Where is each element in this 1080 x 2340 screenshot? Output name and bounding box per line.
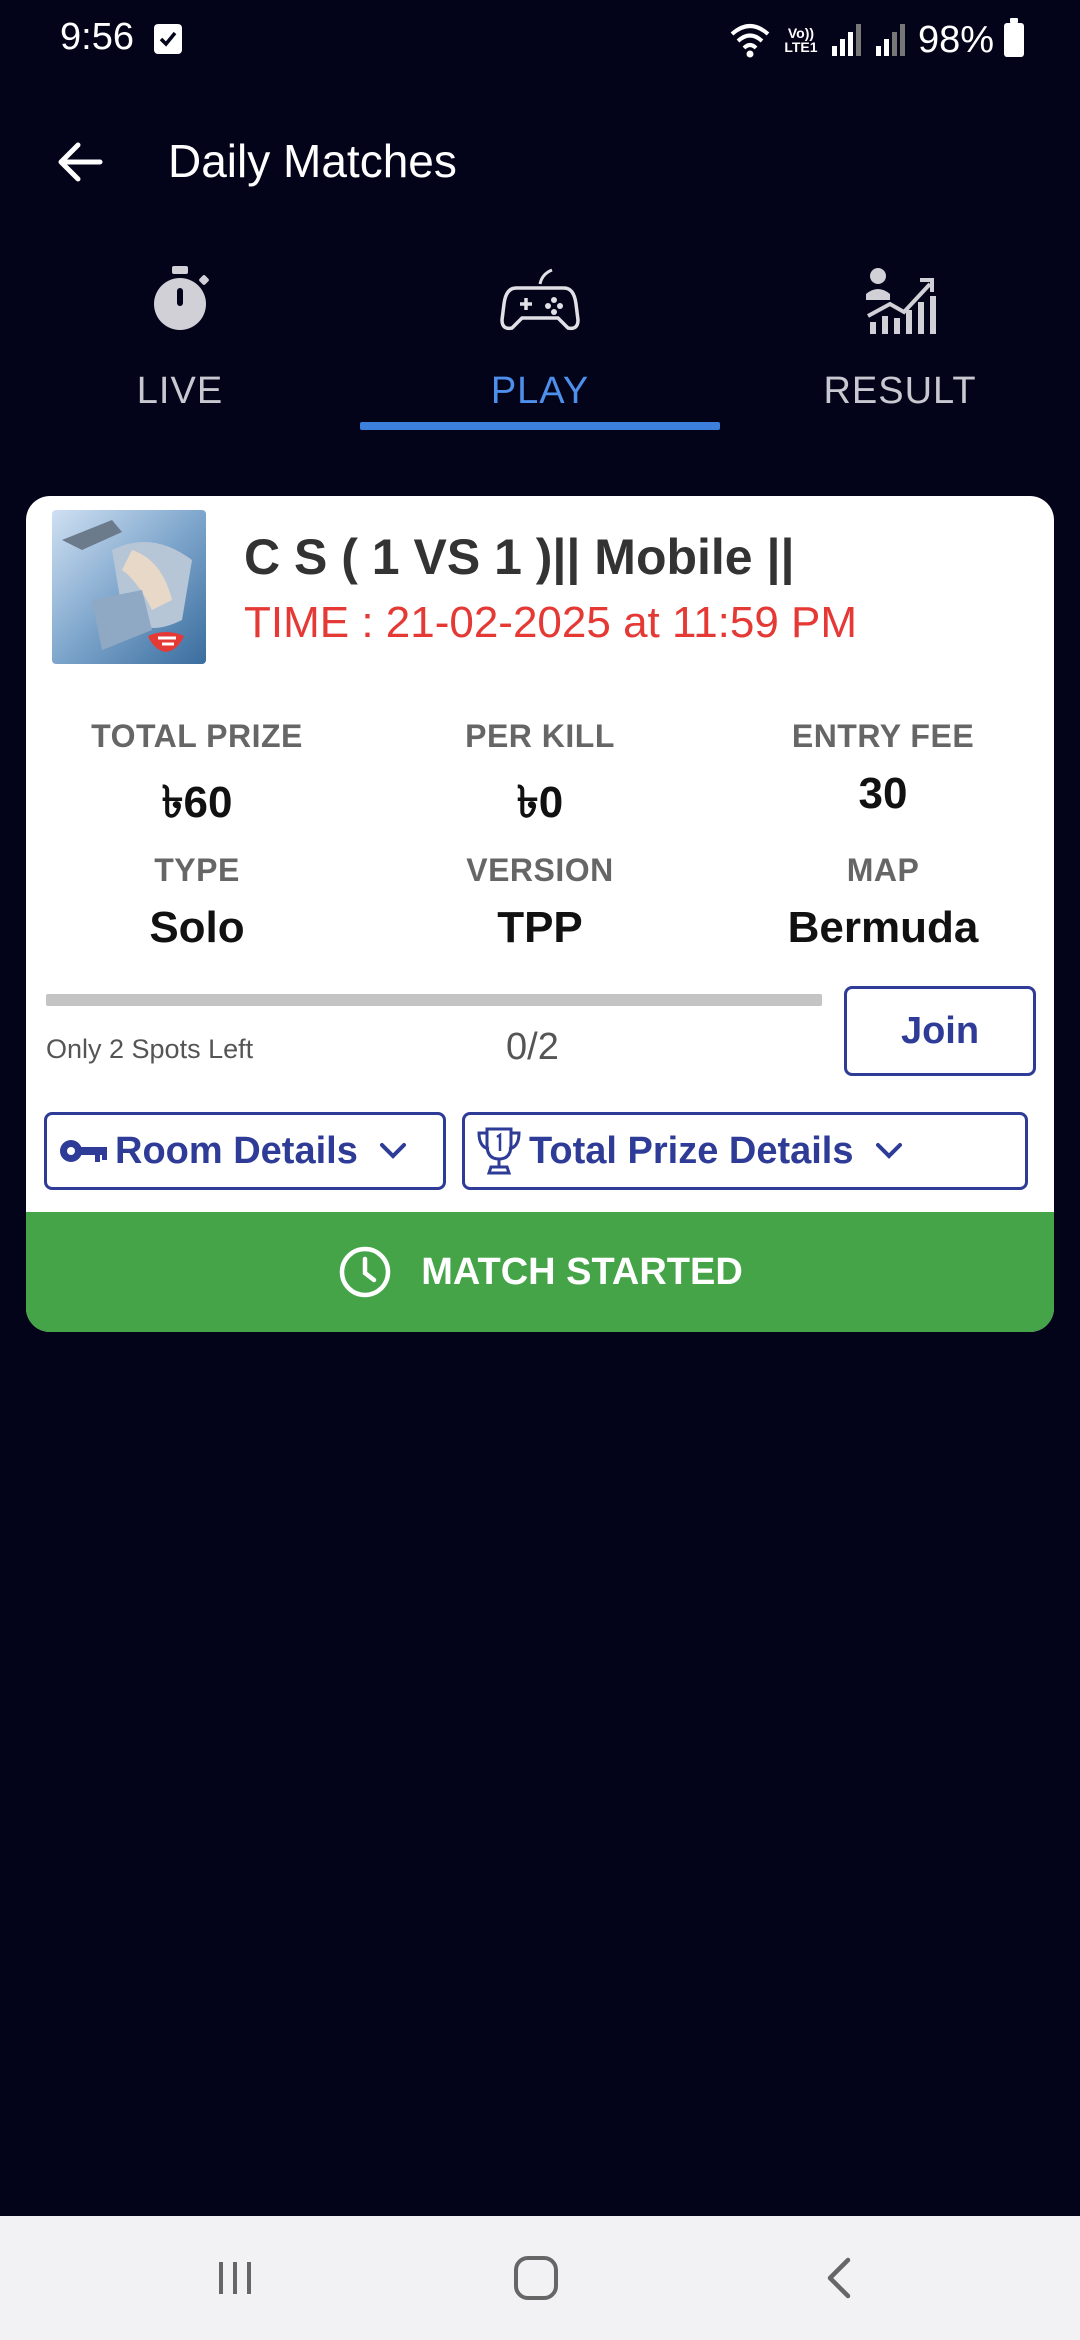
- version-label: VERSION: [466, 852, 614, 888]
- tab-bar: LIVE PLAY RESULT: [0, 250, 1080, 430]
- status-time: 9:56: [60, 16, 134, 58]
- battery-percent: 98%: [917, 18, 994, 61]
- per-kill-label: PER KILL: [465, 718, 615, 754]
- version-stat: VERSION TPP: [369, 852, 711, 953]
- recent-apps-icon[interactable]: [205, 2248, 265, 2308]
- chevron-down-icon: [379, 1143, 406, 1159]
- tab-play-label: PLAY: [490, 370, 590, 412]
- map-value: Bermuda: [787, 903, 979, 952]
- spots-left-text: Only 2 Spots Left: [46, 1034, 254, 1064]
- app-bar: Daily Matches: [0, 110, 1080, 210]
- back-nav-icon[interactable]: [810, 2248, 870, 2308]
- type-stat: TYPE Solo: [26, 852, 368, 953]
- back-arrow-icon[interactable]: [50, 132, 110, 192]
- key-icon: [60, 1140, 107, 1162]
- entry-fee-value: 30: [858, 769, 908, 818]
- chevron-down-icon: [875, 1143, 902, 1159]
- battery-icon: [1004, 18, 1024, 57]
- clock-icon: [339, 1246, 391, 1298]
- version-value: TPP: [497, 903, 583, 952]
- per-kill-stat: PER KILL ৳0: [369, 718, 711, 842]
- trophy-icon: [477, 1127, 521, 1175]
- gamepad-icon: [500, 268, 580, 331]
- spots-count: 0/2: [506, 1026, 559, 1068]
- tab-live-label: LIVE: [136, 370, 224, 412]
- join-button[interactable]: Join: [844, 986, 1036, 1076]
- checkbox-notification-icon: [154, 24, 182, 54]
- total-prize-stat: TOTAL PRIZE ৳60: [26, 718, 368, 842]
- signal-icon-2: [875, 24, 905, 56]
- spots-progress-bar: [46, 994, 822, 1006]
- leaderboard-chart-icon: [866, 268, 936, 334]
- tab-play[interactable]: PLAY: [360, 250, 720, 430]
- map-label: MAP: [846, 852, 920, 888]
- system-nav-bar: [0, 2216, 1080, 2340]
- wifi-icon: [730, 24, 770, 58]
- room-details-button[interactable]: Room Details: [44, 1112, 446, 1190]
- stopwatch-icon: [154, 266, 209, 330]
- status-icons: Vo)) LTE1 98%: [728, 16, 1024, 64]
- type-label: TYPE: [154, 852, 240, 888]
- total-prize-details-label: Total Prize Details: [529, 1129, 854, 1172]
- match-started-banner: MATCH STARTED: [26, 1212, 1054, 1332]
- total-prize-details-button[interactable]: Total Prize Details: [462, 1112, 1028, 1190]
- entry-fee-label: ENTRY FEE: [791, 718, 975, 754]
- match-title: C S ( 1 VS 1 )|| Mobile ||: [244, 529, 795, 585]
- status-bar: 9:56 Vo)) LTE1 98%: [0, 0, 1080, 80]
- room-details-label: Room Details: [115, 1129, 358, 1172]
- home-icon[interactable]: [506, 2248, 566, 2308]
- tab-result[interactable]: RESULT: [720, 250, 1080, 430]
- match-time: TIME : 21-02-2025 at 11:59 PM: [244, 598, 858, 647]
- signal-icon: [831, 24, 861, 56]
- map-stat: MAP Bermuda: [712, 852, 1054, 953]
- total-prize-label: TOTAL PRIZE: [91, 718, 303, 754]
- type-value: Solo: [149, 903, 245, 952]
- match-started-label: MATCH STARTED: [421, 1250, 743, 1293]
- page-title: Daily Matches: [168, 135, 457, 187]
- tab-result-label: RESULT: [823, 370, 977, 412]
- lte-label: Vo)) LTE1: [784, 25, 818, 55]
- per-kill-value: ৳0: [516, 778, 564, 827]
- total-prize-value: ৳60: [161, 778, 233, 827]
- entry-fee-stat: ENTRY FEE 30: [712, 718, 1054, 819]
- active-tab-indicator: [360, 422, 720, 430]
- tab-live[interactable]: LIVE: [0, 250, 360, 430]
- match-card[interactable]: C S ( 1 VS 1 )|| Mobile || TIME : 21-02-…: [26, 496, 1054, 1332]
- game-thumbnail: [52, 510, 206, 664]
